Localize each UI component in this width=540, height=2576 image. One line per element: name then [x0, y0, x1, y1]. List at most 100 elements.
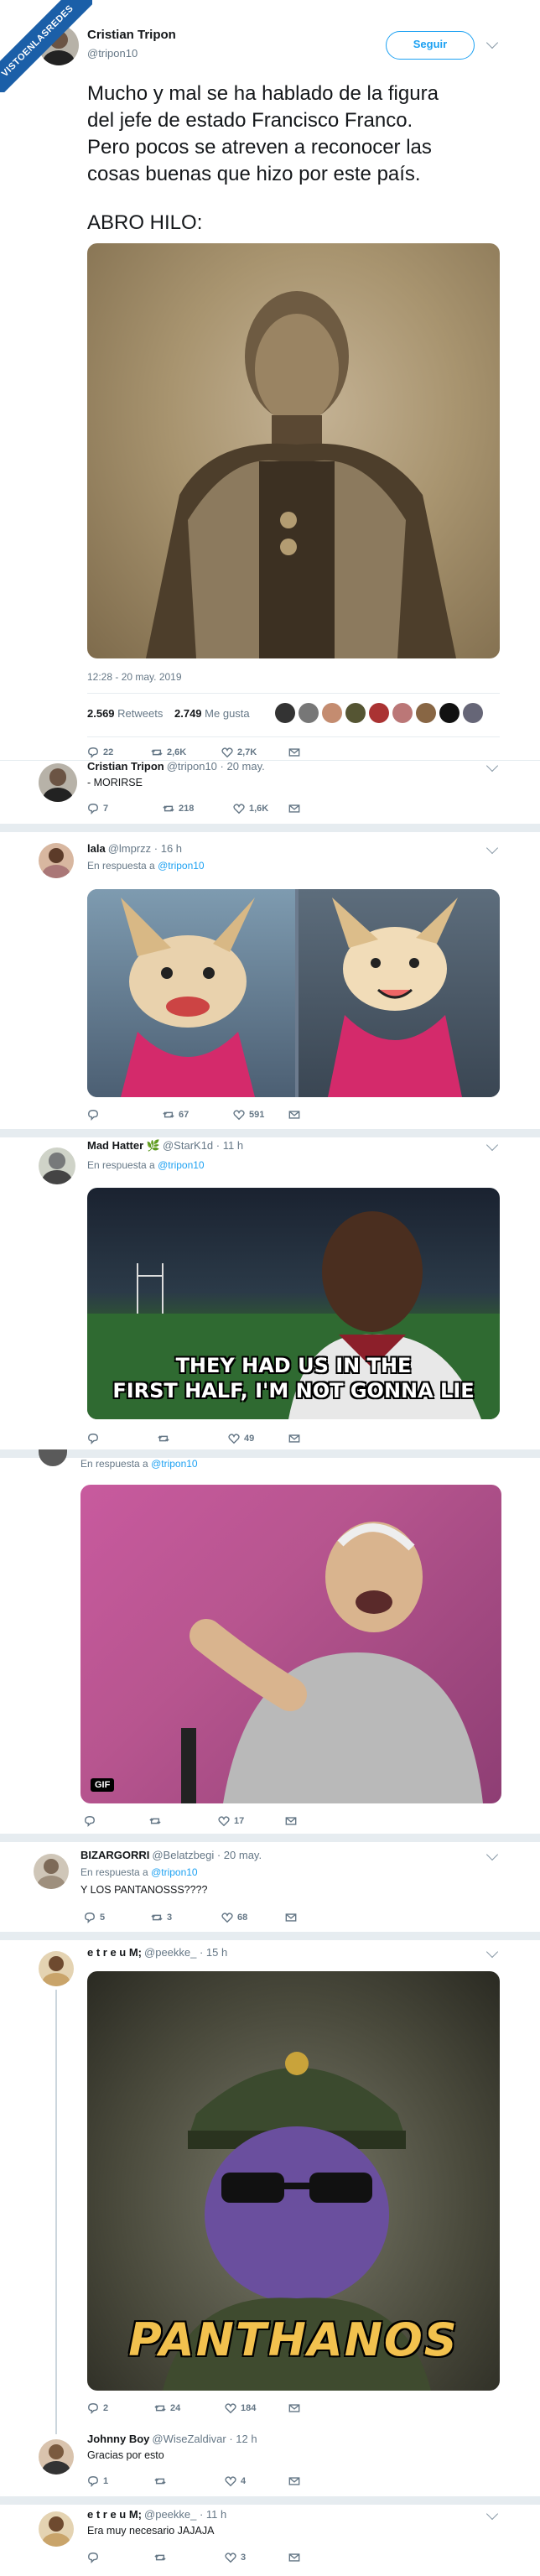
like-button[interactable]: 49 — [228, 1433, 254, 1444]
like-count: 17 — [234, 1816, 245, 1826]
chevron-down-icon[interactable] — [485, 841, 499, 855]
like-button[interactable]: 1,6K — [233, 803, 268, 814]
photo-left-panel — [87, 889, 295, 1097]
chevron-down-icon[interactable] — [485, 36, 499, 49]
reply-author-name[interactable]: BIZARGORRI @Belatzbegi · 20 may. — [80, 1849, 262, 1861]
reply-button[interactable]: 5 — [84, 1912, 105, 1923]
chevron-down-icon[interactable] — [485, 759, 499, 773]
message-button[interactable] — [288, 1433, 300, 1444]
reply-actions: 49 — [87, 1433, 339, 1446]
reply-handle: @WiseZaldivar · 12 h — [152, 2433, 257, 2445]
reply-button[interactable]: 22 — [87, 747, 113, 758]
chevron-down-icon[interactable] — [485, 1848, 499, 1861]
likes-stat[interactable]: 2.749 Me gusta — [174, 707, 250, 720]
message-button[interactable] — [288, 2402, 300, 2414]
watermark-text: VISTOENLASREDES — [0, 0, 92, 92]
avatar[interactable] — [39, 843, 74, 878]
avatar[interactable] — [39, 2439, 74, 2475]
avatar[interactable] — [322, 703, 342, 723]
tweet-photo[interactable] — [87, 243, 500, 658]
avatar[interactable] — [39, 1147, 75, 1184]
message-button[interactable] — [288, 2475, 300, 2487]
message-button[interactable] — [288, 747, 300, 758]
retweet-icon — [151, 1914, 163, 1921]
reply-gif[interactable]: GIF — [80, 1485, 501, 1803]
avatar[interactable] — [463, 703, 483, 723]
message-button[interactable] — [285, 1815, 297, 1827]
reply-button[interactable] — [87, 1433, 103, 1444]
retweet-button[interactable] — [149, 1815, 165, 1827]
avatar[interactable] — [39, 1449, 67, 1466]
message-button[interactable] — [288, 803, 300, 814]
chihuahua-angry-illustration — [121, 898, 255, 1097]
avatar[interactable] — [416, 703, 436, 723]
retweet-button[interactable]: 3 — [151, 1912, 172, 1923]
reply-author-name[interactable]: e t r e u M; @peekke_ · 11 h — [87, 2508, 226, 2521]
likers-avatars[interactable] — [275, 703, 496, 725]
avatar[interactable] — [34, 1854, 69, 1889]
follow-button[interactable]: Seguir — [386, 31, 475, 60]
like-button[interactable]: 184 — [225, 2402, 256, 2414]
reply-author-name[interactable]: Johnny Boy @WiseZaldivar · 12 h — [87, 2433, 257, 2445]
like-button[interactable]: 591 — [233, 1109, 264, 1121]
retweets-stat[interactable]: 2.569 Retweets — [87, 707, 163, 720]
tweet-line: cosas buenas que hizo por este país. — [87, 163, 421, 185]
reply-meme-image[interactable]: THEY HAD US IN THE FIRST HALF, I'M NOT G… — [87, 1188, 500, 1419]
chevron-down-icon[interactable] — [485, 1138, 499, 1152]
reply-button[interactable]: 7 — [87, 803, 108, 814]
avatar[interactable] — [275, 703, 295, 723]
author-handle[interactable]: @tripon10 — [87, 47, 138, 60]
avatar[interactable] — [439, 703, 460, 723]
reply-button[interactable]: 2 — [87, 2402, 108, 2414]
like-button[interactable]: 68 — [221, 1912, 247, 1923]
reply-author-name[interactable]: Mad Hatter 🌿 @StarK1d · 11 h — [87, 1139, 243, 1153]
reply-author-name[interactable]: Cristian Tripon @tripon10 · 20 may. — [87, 760, 265, 773]
like-button[interactable]: 4 — [225, 2475, 246, 2487]
tweet-actions: 22 2,6K 2,7K — [87, 747, 339, 760]
reply-author-name[interactable]: lala @lmprzz · 16 h — [87, 842, 182, 855]
reply-name: e t r e u M; — [87, 1946, 143, 1959]
reply-to-link[interactable]: @tripon10 — [158, 860, 205, 872]
retweet-icon — [154, 2478, 166, 2485]
message-button[interactable] — [285, 1912, 297, 1923]
reply-icon — [88, 1434, 98, 1444]
retweet-count: 24 — [170, 2403, 181, 2413]
reply-button[interactable]: 1 — [87, 2475, 108, 2487]
reply-to-link[interactable]: @tripon10 — [158, 1159, 205, 1171]
retweet-button[interactable] — [154, 2552, 170, 2563]
avatar[interactable] — [39, 2511, 74, 2547]
reply-to-prefix: En respuesta a — [80, 1458, 148, 1470]
reply-meme-image[interactable]: PANTHANOS — [87, 1971, 500, 2391]
reply-photo[interactable] — [87, 889, 500, 1097]
avatar[interactable] — [392, 703, 413, 723]
reply-to-link[interactable]: @tripon10 — [151, 1866, 198, 1878]
tweet-timestamp[interactable]: 12:28 - 20 may. 2019 — [87, 671, 182, 683]
retweet-button[interactable]: 67 — [163, 1109, 189, 1121]
message-button[interactable] — [288, 2552, 300, 2563]
retweet-button[interactable]: 2,6K — [151, 747, 186, 758]
avatar[interactable] — [39, 1951, 74, 1986]
chevron-down-icon[interactable] — [485, 2507, 499, 2521]
like-button[interactable]: 17 — [218, 1815, 244, 1827]
like-button[interactable]: 3 — [225, 2552, 246, 2563]
reply-author-name[interactable]: e t r e u M; @peekke_ · 15 h — [87, 1946, 227, 1959]
retweet-button[interactable] — [154, 2475, 170, 2487]
retweet-button[interactable] — [158, 1433, 174, 1444]
reply-button[interactable] — [87, 2552, 103, 2563]
reply-button[interactable] — [87, 1109, 103, 1121]
reply-name: Johnny Boy — [87, 2433, 150, 2445]
retweet-button[interactable]: 24 — [154, 2402, 180, 2414]
avatar[interactable] — [299, 703, 319, 723]
reply-button[interactable] — [84, 1815, 100, 1827]
like-button[interactable]: 2,7K — [221, 747, 257, 758]
reply-to-link[interactable]: @tripon10 — [151, 1458, 198, 1470]
retweet-button[interactable]: 218 — [163, 803, 194, 814]
avatar[interactable] — [345, 703, 366, 723]
author-name[interactable]: Cristian Tripon — [87, 28, 176, 42]
avatar[interactable] — [39, 763, 77, 802]
chevron-down-icon[interactable] — [485, 1945, 499, 1959]
message-button[interactable] — [288, 1109, 300, 1121]
avatar[interactable] — [369, 703, 389, 723]
reply-icon — [88, 804, 98, 814]
like-count: 1,6K — [249, 804, 269, 814]
